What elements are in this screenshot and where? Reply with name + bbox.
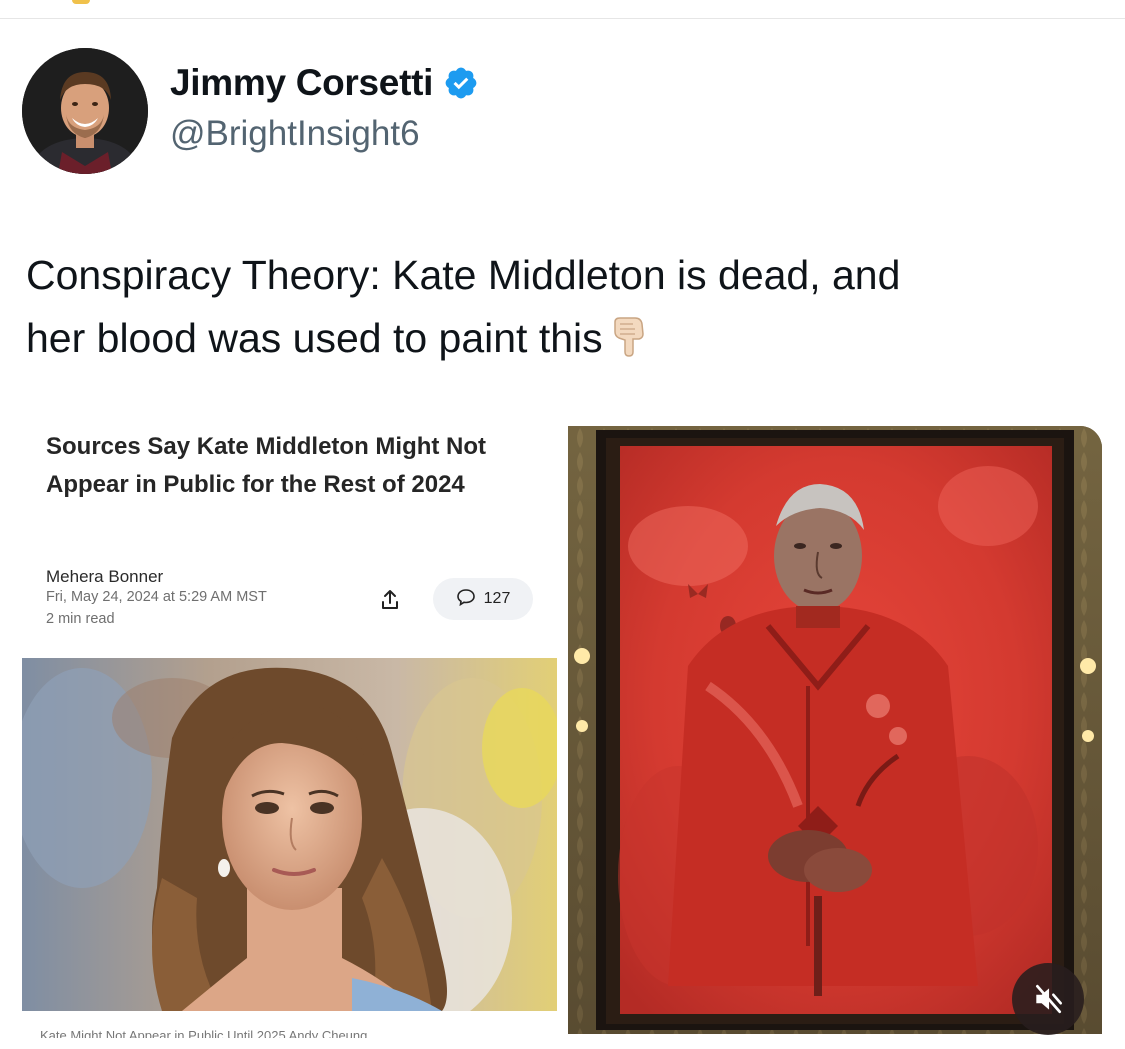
photo-caption: Kate Might Not Appear in Public Until 20…: [40, 1028, 368, 1038]
tweet-text-line-2: her blood was used to paint this: [26, 307, 1086, 370]
article-screenshot[interactable]: Sources Say Kate Middleton Might Not App…: [22, 408, 564, 1038]
article-title: Sources Say Kate Middleton Might Not App…: [46, 433, 487, 498]
speaker-muted-icon[interactable]: [1012, 963, 1084, 1035]
top-divider: [0, 18, 1125, 19]
kate-photo: [22, 658, 557, 1011]
comments-button[interactable]: 127: [433, 578, 533, 620]
article-date: Fri, May 24, 2024 at 5:29 AM MST: [46, 589, 267, 605]
comment-bubble-icon: [456, 587, 476, 612]
tweet-text-line-1: Conspiracy Theory: Kate Middleton is dea…: [26, 252, 901, 298]
author-handle[interactable]: @BrightInsight6: [170, 114, 420, 154]
profile-avatar[interactable]: [22, 48, 148, 174]
verified-badge-icon: [443, 65, 479, 101]
tweet-text: Conspiracy Theory: Kate Middleton is dea…: [26, 244, 1086, 370]
tweet-text-line-2-text: her blood was used to paint this: [26, 315, 603, 361]
article-read-time: 2 min read: [46, 611, 115, 627]
comment-count: 127: [483, 590, 511, 607]
tweet-screenshot: Jimmy Corsetti @BrightInsight6 Conspirac…: [0, 0, 1125, 1049]
author-name-row: Jimmy Corsetti: [170, 62, 479, 104]
pointing-down-hand-icon: [609, 313, 649, 357]
top-edge-fragment: [72, 0, 90, 4]
red-portrait-painting[interactable]: [568, 426, 1102, 1034]
article-author: Mehera Bonner: [46, 567, 164, 586]
author-display-name[interactable]: Jimmy Corsetti: [170, 62, 433, 104]
share-icon[interactable]: [372, 582, 408, 618]
